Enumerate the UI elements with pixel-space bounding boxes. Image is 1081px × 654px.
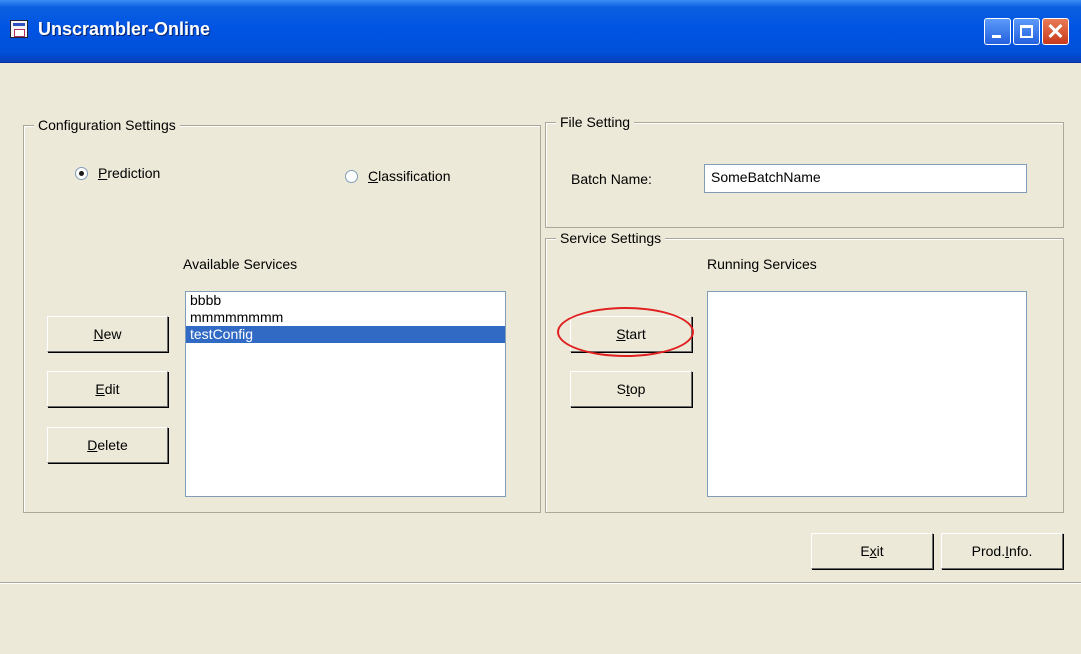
minimize-icon <box>992 35 1001 38</box>
prod-info-button[interactable]: Prod.Info. <box>941 533 1063 569</box>
classification-radio[interactable]: Classification <box>345 168 451 184</box>
stop-button[interactable]: Stop <box>570 371 692 407</box>
start-highlight-circle <box>557 307 694 357</box>
new-button[interactable]: New <box>47 316 168 352</box>
service-settings-legend: Service Settings <box>556 229 666 247</box>
exit-button[interactable]: Exit <box>811 533 933 569</box>
close-button[interactable]: ✕ <box>1042 18 1069 45</box>
list-item-selected[interactable]: testConfig <box>186 326 505 343</box>
file-setting-legend: File Setting <box>556 113 635 131</box>
prediction-radio-label: Prediction <box>98 165 161 181</box>
window-title: Unscrambler-Online <box>38 19 211 39</box>
classification-radio-indicator[interactable] <box>345 169 358 183</box>
prediction-radio[interactable]: Prediction <box>75 165 160 181</box>
minimize-button[interactable] <box>984 18 1011 45</box>
classification-radio-label: Classification <box>368 168 451 184</box>
status-divider <box>0 582 1081 584</box>
running-services-list[interactable] <box>707 291 1027 497</box>
batch-name-input[interactable]: SomeBatchName <box>704 164 1027 193</box>
delete-button[interactable]: Delete <box>47 427 168 463</box>
edit-button[interactable]: Edit <box>47 371 168 407</box>
configuration-settings-legend: Configuration Settings <box>34 116 180 134</box>
prediction-radio-indicator[interactable] <box>75 166 88 180</box>
running-services-label: Running Services <box>707 256 817 272</box>
maximize-button[interactable] <box>1013 18 1040 45</box>
batch-name-label: Batch Name: <box>571 171 652 187</box>
available-services-label: Available Services <box>183 256 298 272</box>
maximize-icon <box>1020 25 1033 38</box>
list-item[interactable]: mmmmmmmm <box>186 309 505 326</box>
app-window: Unscrambler-Online ✕ Configuration Setti… <box>0 0 1081 654</box>
list-item[interactable]: bbbb <box>186 292 505 309</box>
title-bar[interactable]: Unscrambler-Online ✕ <box>0 0 1081 63</box>
close-icon: ✕ <box>1046 19 1065 44</box>
available-services-list[interactable]: bbbb mmmmmmmm testConfig <box>185 291 506 497</box>
app-window-icon <box>10 20 28 38</box>
